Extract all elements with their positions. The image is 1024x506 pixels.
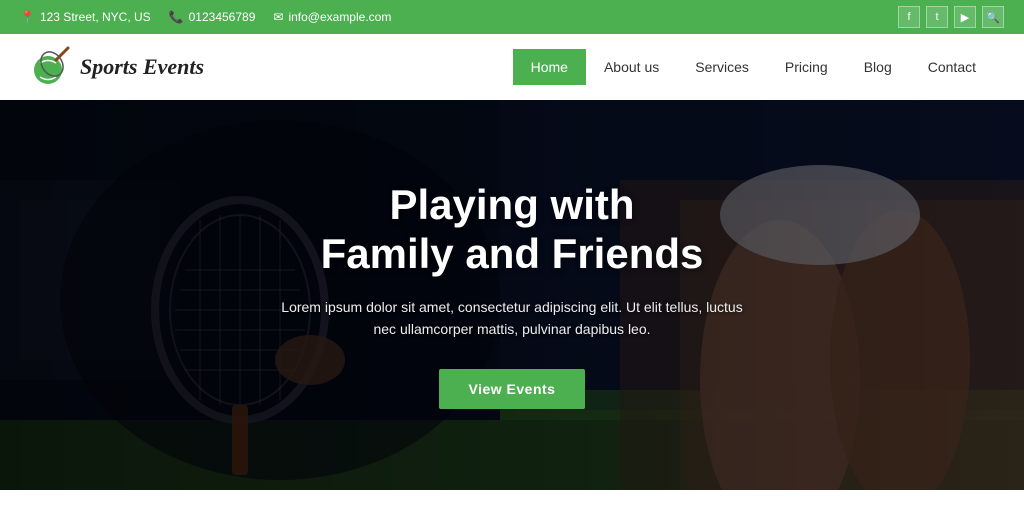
email-text: info@example.com [288, 10, 391, 24]
top-bar-right: f t ▶ 🔍 [898, 6, 1004, 28]
nav-pricing[interactable]: Pricing [767, 49, 846, 85]
search-icon[interactable]: 🔍 [982, 6, 1004, 28]
twitter-icon[interactable]: t [926, 6, 948, 28]
hero-content: Playing withFamily and Friends Lorem ips… [252, 181, 772, 408]
hero-title: Playing withFamily and Friends [272, 181, 752, 278]
youtube-icon[interactable]: ▶ [954, 6, 976, 28]
location-icon: 📍 [20, 10, 35, 24]
nav-services[interactable]: Services [677, 49, 767, 85]
address-item: 📍 123 Street, NYC, US [20, 10, 151, 24]
logo-svg [30, 46, 72, 88]
top-bar: 📍 123 Street, NYC, US 📞 0123456789 ✉ inf… [0, 0, 1024, 34]
phone-icon: 📞 [169, 10, 184, 24]
header: Sports Events Home About us Services Pri… [0, 34, 1024, 100]
view-events-button[interactable]: View Events [439, 369, 586, 409]
phone-item: 📞 0123456789 [169, 10, 256, 24]
hero-subtitle: Lorem ipsum dolor sit amet, consectetur … [272, 296, 752, 341]
email-icon: ✉ [273, 10, 283, 24]
nav-blog[interactable]: Blog [846, 49, 910, 85]
address-text: 123 Street, NYC, US [40, 10, 151, 24]
phone-text: 0123456789 [189, 10, 256, 24]
email-item: ✉ info@example.com [273, 10, 391, 24]
nav-home[interactable]: Home [513, 49, 586, 85]
logo-text: Sports Events [80, 54, 204, 80]
nav-contact[interactable]: Contact [910, 49, 994, 85]
nav-about[interactable]: About us [586, 49, 677, 85]
hero-section: Playing withFamily and Friends Lorem ips… [0, 100, 1024, 490]
main-nav: Home About us Services Pricing Blog Cont… [513, 49, 994, 85]
logo[interactable]: Sports Events [30, 46, 204, 88]
facebook-icon[interactable]: f [898, 6, 920, 28]
top-bar-left: 📍 123 Street, NYC, US 📞 0123456789 ✉ inf… [20, 10, 391, 24]
